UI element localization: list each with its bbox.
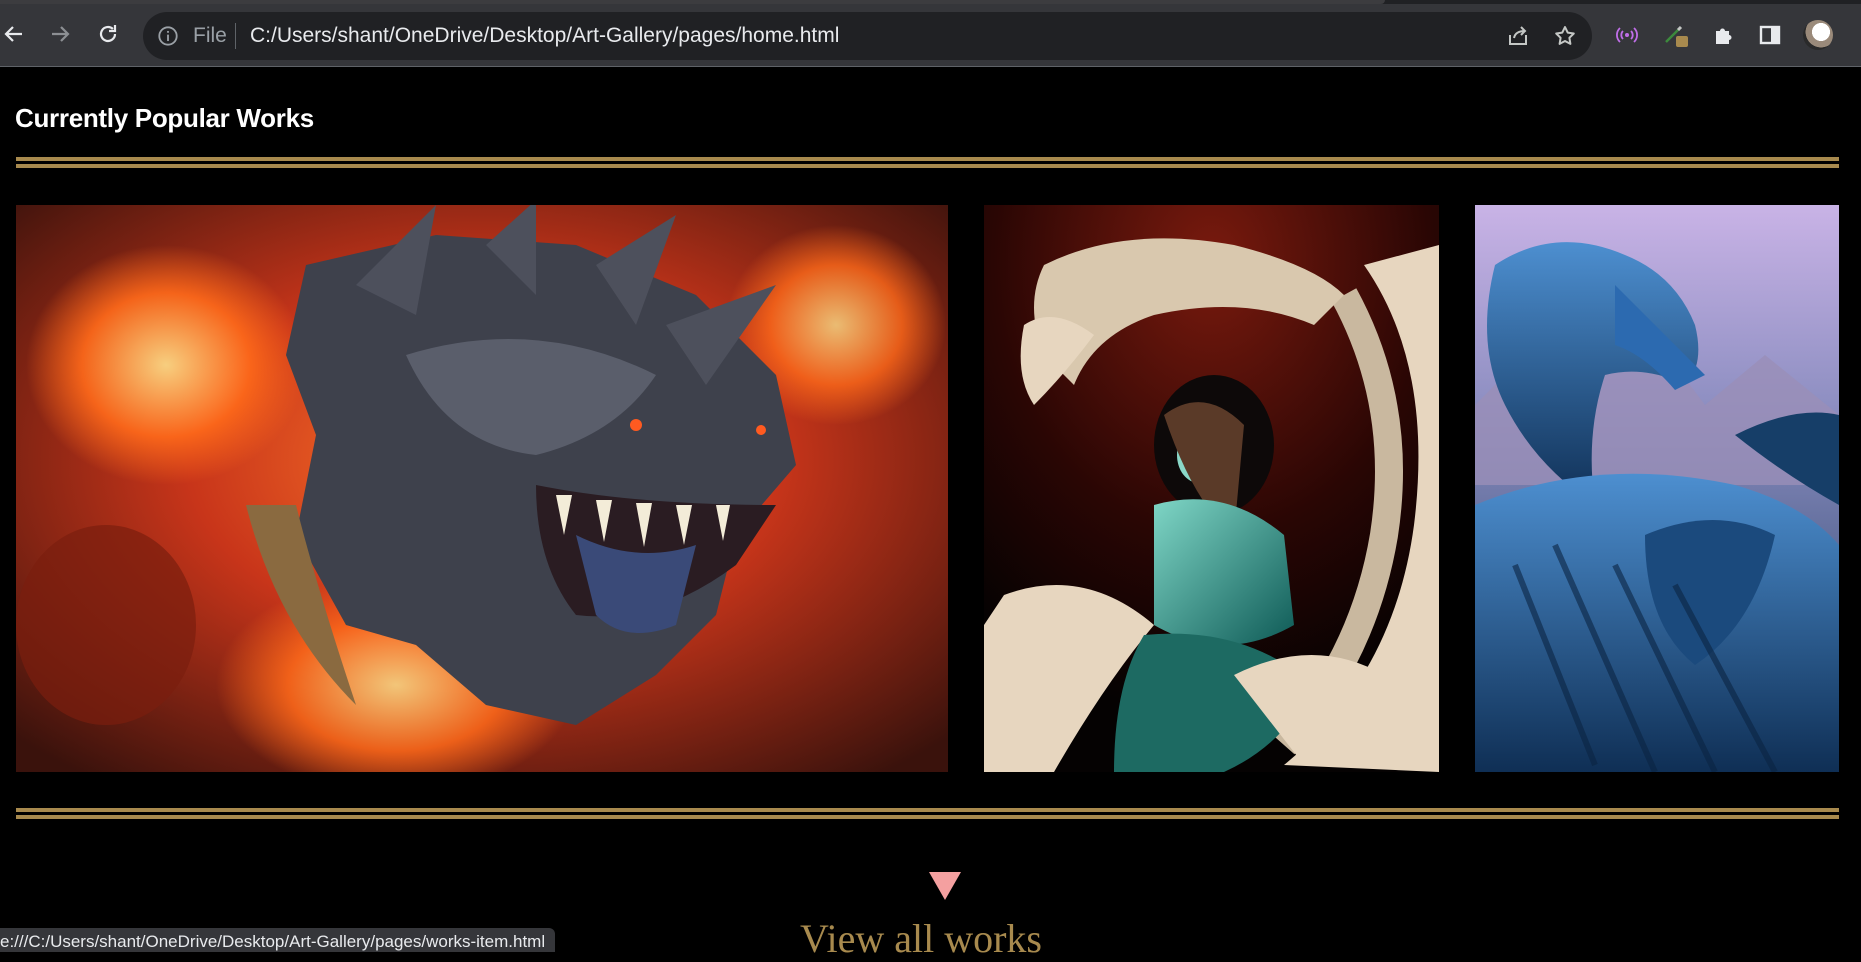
arrow-right-icon — [52, 26, 70, 42]
radio-waves-icon[interactable] — [1614, 22, 1640, 48]
url-text[interactable]: C:/Users/shant/OneDrive/Desktop/Art-Gall… — [250, 24, 839, 48]
back-button[interactable] — [0, 20, 28, 48]
star-icon[interactable] — [1553, 24, 1577, 48]
address-bar[interactable]: File C:/Users/shant/OneDrive/Desktop/Art… — [143, 12, 1592, 60]
triangle-down-icon[interactable] — [929, 872, 961, 900]
bottom-double-rule-lower — [16, 815, 1839, 819]
info-icon[interactable] — [157, 25, 179, 47]
reload-button[interactable] — [94, 20, 122, 48]
blue-dragon-artwork[interactable] — [1475, 205, 1839, 772]
fire-dragon-image — [16, 205, 948, 772]
blue-dragon-image — [1475, 205, 1839, 772]
share-icon[interactable] — [1506, 24, 1530, 48]
browser-toolbar: File C:/Users/shant/OneDrive/Desktop/Art… — [0, 4, 1861, 67]
fire-dragon-artwork[interactable] — [16, 205, 948, 772]
profile-avatar[interactable] — [1803, 20, 1833, 50]
scheme-label: File — [193, 24, 227, 47]
address-separator — [235, 23, 236, 49]
arrow-left-icon — [4, 26, 22, 42]
reload-icon — [99, 25, 117, 43]
dragon-and-woman-image — [984, 205, 1439, 772]
eyedropper-icon[interactable] — [1663, 22, 1689, 48]
status-bar-link-preview: e:///C:/Users/shant/OneDrive/Desktop/Art… — [0, 928, 556, 952]
top-double-rule-lower — [16, 164, 1839, 168]
side-panel-icon[interactable] — [1757, 22, 1783, 48]
top-double-rule-upper — [16, 157, 1839, 161]
section-title: Currently Popular Works — [15, 103, 314, 133]
forward-button[interactable] — [46, 20, 74, 48]
puzzle-piece-icon[interactable] — [1711, 22, 1737, 48]
view-all-works-link[interactable]: View all works — [800, 915, 1042, 962]
bottom-double-rule-upper — [16, 808, 1839, 812]
dragon-and-woman-artwork[interactable] — [984, 205, 1439, 772]
